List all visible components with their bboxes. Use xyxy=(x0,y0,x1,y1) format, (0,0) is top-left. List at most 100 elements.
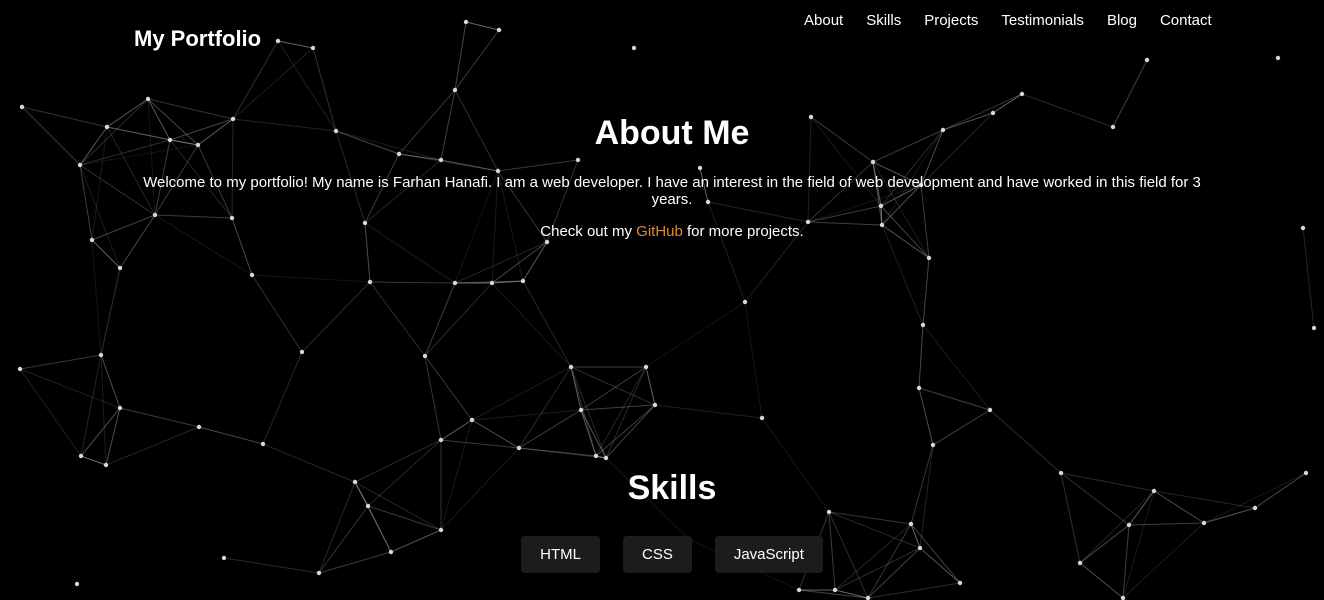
network-node xyxy=(652,402,658,408)
network-node xyxy=(568,364,574,370)
network-link xyxy=(454,21,467,91)
network-node xyxy=(520,278,526,284)
network-node xyxy=(299,349,305,355)
network-node xyxy=(1144,57,1150,63)
network-link xyxy=(918,387,934,446)
network-node xyxy=(742,299,748,305)
network-node xyxy=(496,27,502,33)
main-nav: About Skills Projects Testimonials Blog … xyxy=(800,12,1223,30)
network-link xyxy=(91,239,102,356)
network-node xyxy=(1300,225,1306,231)
network-link xyxy=(79,164,93,241)
nav-link-testimonials[interactable]: Testimonials xyxy=(989,12,1095,30)
network-link xyxy=(19,354,102,370)
nav-link-blog[interactable]: Blog xyxy=(1095,12,1148,30)
network-node xyxy=(17,366,23,372)
network-node xyxy=(196,424,202,430)
network-link xyxy=(834,589,869,599)
network-node xyxy=(544,239,550,245)
network-node xyxy=(930,442,936,448)
network-node xyxy=(1252,505,1258,511)
network-node xyxy=(1120,595,1126,600)
network-link xyxy=(1302,227,1315,329)
network-node xyxy=(1275,55,1281,61)
network-node xyxy=(98,352,104,358)
network-node xyxy=(643,364,649,370)
nav-link-projects[interactable]: Projects xyxy=(912,12,989,30)
nav-link-about[interactable]: About xyxy=(800,12,854,30)
network-link xyxy=(922,324,991,411)
network-node xyxy=(916,385,922,391)
network-link xyxy=(262,351,303,445)
network-link xyxy=(605,404,656,459)
github-suffix-text: for more projects. xyxy=(682,223,804,240)
network-link xyxy=(100,267,121,356)
network-link xyxy=(570,366,597,457)
network-link xyxy=(932,409,991,446)
network-link xyxy=(100,354,121,409)
skill-chip-css[interactable]: CSS xyxy=(622,536,692,573)
github-link[interactable]: GitHub xyxy=(636,223,683,240)
network-node xyxy=(117,405,123,411)
network-link xyxy=(918,324,924,389)
network-link xyxy=(100,354,107,466)
network-node xyxy=(1311,325,1317,331)
nav-link-skills[interactable]: Skills xyxy=(854,12,912,30)
network-node xyxy=(422,353,428,359)
network-node xyxy=(926,255,932,261)
skill-chip-html[interactable]: HTML xyxy=(521,536,600,573)
skill-chip-javascript[interactable]: JavaScript xyxy=(714,536,823,573)
network-link xyxy=(301,281,371,353)
network-link xyxy=(91,126,108,241)
network-link xyxy=(21,106,108,128)
network-node xyxy=(489,280,495,286)
nav-link-contact[interactable]: Contact xyxy=(1148,12,1223,30)
network-node xyxy=(104,124,110,130)
network-link xyxy=(1254,472,1307,509)
network-link xyxy=(922,257,930,326)
about-title: About Me xyxy=(594,114,750,152)
network-link xyxy=(91,239,121,269)
network-link xyxy=(105,426,200,466)
network-link xyxy=(518,366,572,449)
network-link xyxy=(232,40,279,120)
network-node xyxy=(310,45,316,51)
network-node xyxy=(603,455,609,461)
network-link xyxy=(232,47,314,120)
network-node xyxy=(759,415,765,421)
network-node xyxy=(987,407,993,413)
network-link xyxy=(277,40,314,49)
network-node xyxy=(103,462,109,468)
network-link xyxy=(369,281,456,284)
network-node xyxy=(89,237,95,243)
network-link xyxy=(19,368,82,457)
network-node xyxy=(74,581,80,587)
skills-section: Skills HTML CSS JavaScript xyxy=(134,466,1210,573)
network-node xyxy=(367,279,373,285)
network-node xyxy=(865,595,871,600)
site-brand[interactable]: My Portfolio xyxy=(134,26,261,52)
github-line: Check out my GitHub for more projects. xyxy=(134,223,1210,240)
network-link xyxy=(595,366,647,457)
github-prefix-text: Check out my xyxy=(540,223,637,240)
network-node xyxy=(516,445,522,451)
network-link xyxy=(645,366,656,406)
network-link xyxy=(654,404,763,419)
network-link xyxy=(80,455,107,466)
network-link xyxy=(580,404,656,411)
network-link xyxy=(1203,472,1307,524)
network-link xyxy=(369,281,426,357)
network-link xyxy=(645,301,746,368)
network-node xyxy=(452,87,458,93)
network-link xyxy=(580,409,597,457)
network-node xyxy=(593,453,599,459)
network-link xyxy=(251,274,303,353)
network-node xyxy=(957,580,963,586)
network-node xyxy=(78,453,84,459)
network-node xyxy=(463,19,469,25)
network-link xyxy=(465,21,500,31)
network-link xyxy=(19,368,121,409)
network-node xyxy=(452,280,458,286)
network-node xyxy=(1303,470,1309,476)
about-section: About Me Welcome to my portfolio! My nam… xyxy=(134,110,1210,240)
